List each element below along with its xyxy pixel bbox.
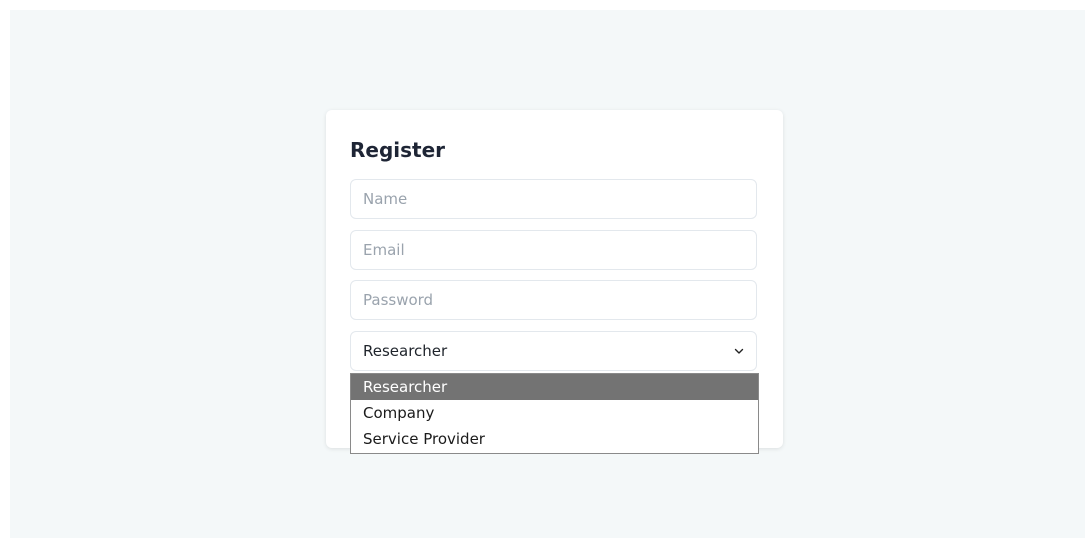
name-input[interactable] (350, 179, 757, 219)
password-input[interactable] (350, 280, 757, 320)
dropdown-option-company[interactable]: Company (351, 400, 758, 426)
role-dropdown-list: Researcher Company Service Provider (350, 373, 759, 454)
page-title: Register (350, 138, 446, 162)
role-select[interactable]: Researcher (350, 331, 757, 371)
dropdown-option-researcher[interactable]: Researcher (351, 374, 758, 400)
email-input[interactable] (350, 230, 757, 270)
chevron-down-icon (734, 346, 744, 356)
page-background: Register Researcher Researcher Company S… (10, 10, 1085, 538)
role-select-value: Researcher (363, 342, 448, 360)
dropdown-option-service-provider[interactable]: Service Provider (351, 426, 758, 452)
